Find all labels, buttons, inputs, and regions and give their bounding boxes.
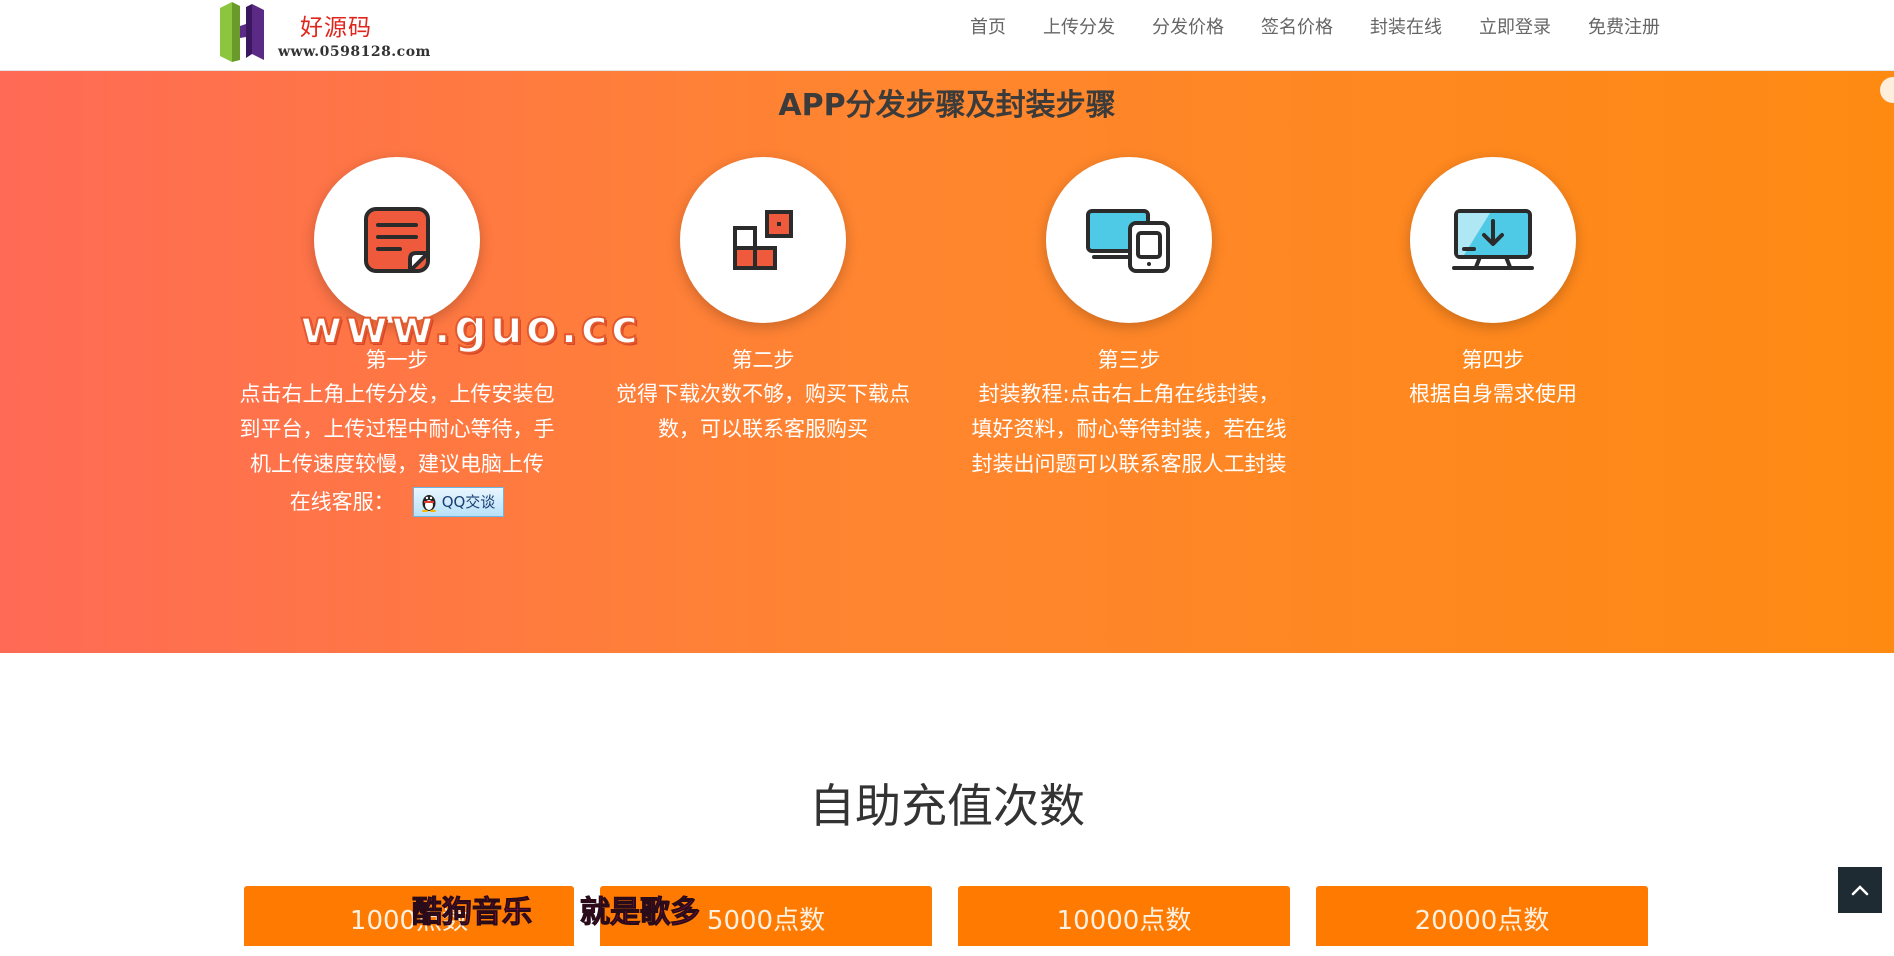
card-label: 10000点数 <box>1056 906 1192 936</box>
qq-button-label: QQ交谈 <box>441 493 496 511</box>
nav-upload[interactable]: 上传分发 <box>1043 14 1115 40</box>
card-label: 5000点数 <box>706 906 826 936</box>
online-service: 在线客服： QQ交谈 <box>232 484 562 520</box>
card-label: 20000点数 <box>1414 906 1550 936</box>
step-4-desc: 根据自身需求使用 <box>1409 382 1577 406</box>
recharge-title: 自助充值次数 <box>809 779 1085 833</box>
step-4: 第四步 根据自身需求使用 <box>1328 157 1658 412</box>
qq-chat-button[interactable]: QQ交谈 <box>412 487 505 517</box>
nav-sign-price[interactable]: 签名价格 <box>1261 14 1333 40</box>
step-3: 第三步 封装教程:点击右上角在线封装，填好资料，耐心等待封装，若在线封装出问题可… <box>964 157 1294 482</box>
step-2-circle <box>680 157 846 323</box>
logo-text: 好源码 <box>300 15 372 41</box>
nav-login[interactable]: 立即登录 <box>1479 14 1551 40</box>
step-3-circle <box>1046 157 1212 323</box>
step-4-title: 第四步 <box>1461 348 1525 372</box>
penguin-icon <box>421 495 436 512</box>
step-2: 第二步 觉得下载次数不够，购买下载点数，可以联系客服购买 <box>598 157 928 447</box>
nav-package-online[interactable]: 封装在线 <box>1370 14 1442 40</box>
overlay-text-a: 酷狗音乐 <box>412 895 533 931</box>
watermark-text: www.guo.cc <box>299 299 642 355</box>
monitor-download-icon <box>1452 209 1534 270</box>
step-1-desc: 点击右上角上传分发，上传安装包到平台，上传过程中耐心等待，手机上传速度较慢，建议… <box>239 382 555 476</box>
back-to-top-button[interactable] <box>1838 867 1882 913</box>
step-2-title: 第二步 <box>731 348 795 372</box>
logo-url: www.0598128.com <box>278 44 431 60</box>
step-3-title: 第三步 <box>1097 348 1161 372</box>
site-logo[interactable]: 好源码 www.0598128.com <box>218 2 438 64</box>
blocks-icon <box>733 210 793 270</box>
devices-icon <box>1086 209 1170 273</box>
step-4-circle <box>1410 157 1576 323</box>
recharge-card-10000[interactable]: 10000点数 <box>958 886 1290 946</box>
logo-h-icon <box>220 2 264 62</box>
nav-home[interactable]: 首页 <box>970 14 1006 40</box>
hero-title: APP分发步骤及封装步骤 <box>778 88 1116 123</box>
main-nav: 首页 上传分发 分发价格 签名价格 封装在线 立即登录 免费注册 <box>933 14 1660 40</box>
step-2-desc: 觉得下载次数不够，购买下载点数，可以联系客服购买 <box>616 382 910 441</box>
steps-hero: APP分发步骤及封装步骤 第一步 点击右上角上传分发，上传安装包到平台，上传过程… <box>0 70 1894 653</box>
site-header: 好源码 www.0598128.com 首页 上传分发 分发价格 签名价格 封装… <box>0 0 1894 71</box>
nav-register[interactable]: 免费注册 <box>1588 14 1660 40</box>
note-icon <box>364 207 430 273</box>
service-label: 在线客服： <box>289 490 395 514</box>
step-1-circle <box>314 157 480 323</box>
chevron-up-icon <box>1851 885 1869 896</box>
step-3-desc: 封装教程:点击右上角在线封装，填好资料，耐心等待封装，若在线封装出问题可以联系客… <box>971 382 1287 476</box>
recharge-card-20000[interactable]: 20000点数 <box>1316 886 1648 946</box>
overlay-text-b: 就是歌多 <box>580 895 701 931</box>
nav-distribute-price[interactable]: 分发价格 <box>1152 14 1224 40</box>
